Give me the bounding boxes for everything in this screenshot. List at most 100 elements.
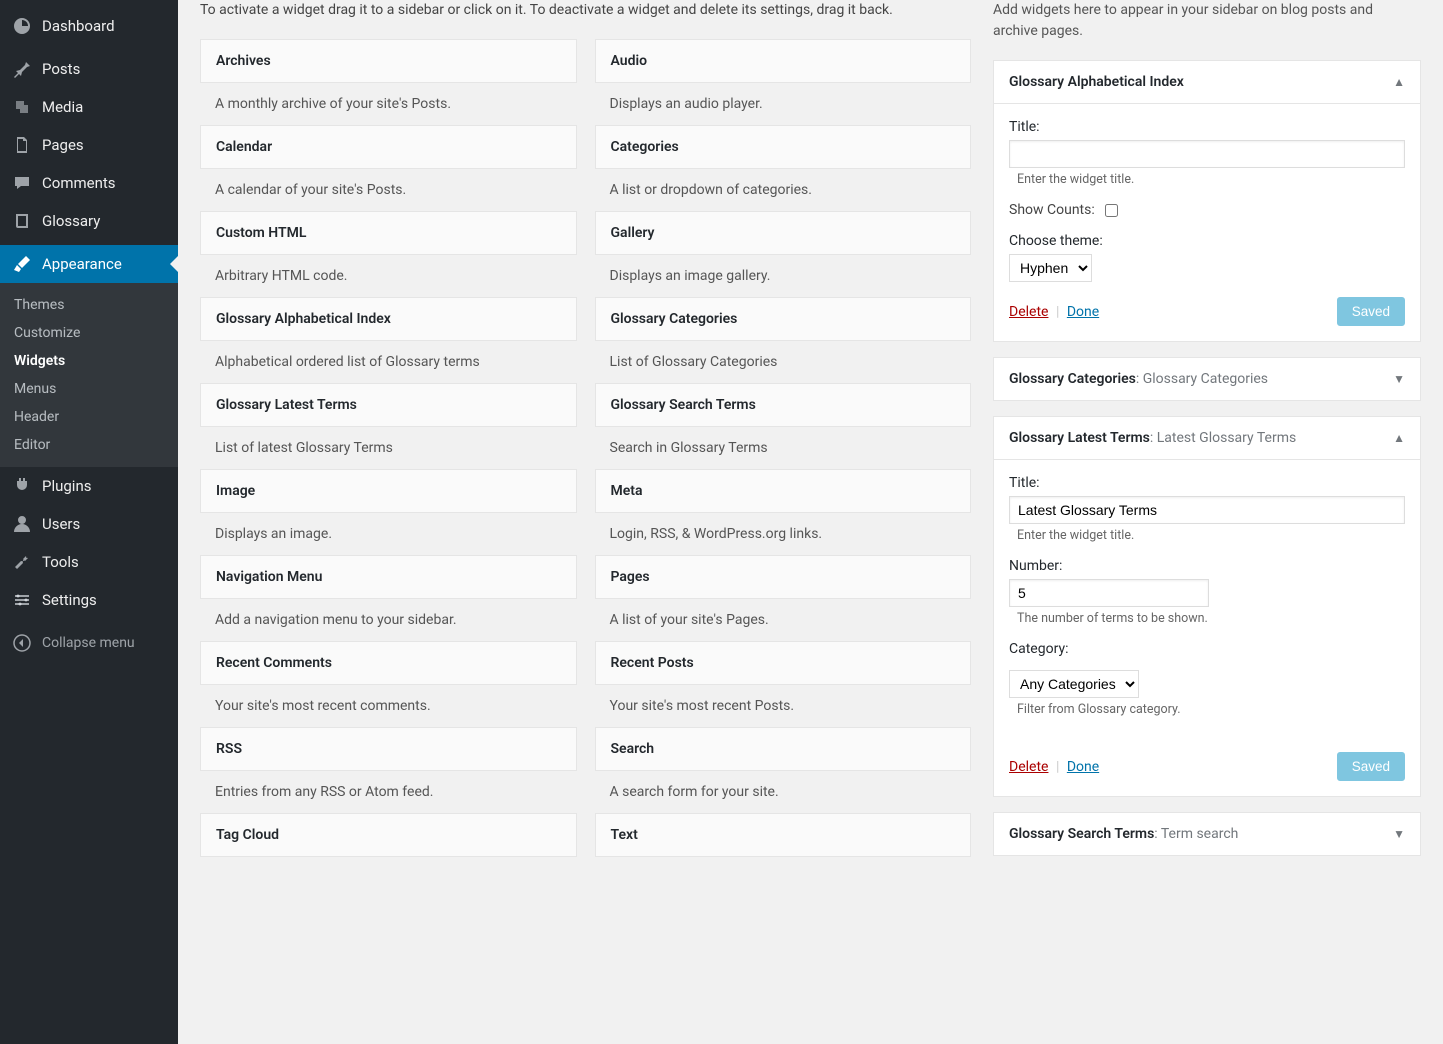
show-counts-checkbox[interactable] [1105, 204, 1118, 217]
collapse-menu[interactable]: Collapse menu [0, 624, 178, 662]
widget-handle[interactable]: Glossary Categories [595, 297, 972, 341]
widget-handle[interactable]: Categories [595, 125, 972, 169]
done-link[interactable]: Done [1067, 759, 1099, 775]
widget-description: Your site's most recent Posts. [595, 685, 972, 727]
settings-icon [12, 590, 32, 610]
appearance-submenu: Themes Customize Widgets Menus Header Ed… [0, 283, 178, 467]
panel-header[interactable]: Glossary Alphabetical Index ▲ [994, 61, 1420, 103]
widget-item: Text [595, 813, 972, 883]
panel-header[interactable]: Glossary Search Terms: Term search ▼ [994, 813, 1420, 855]
triangle-down-icon: ▼ [1393, 827, 1405, 841]
widget-item: Glossary Latest TermsList of latest Glos… [200, 383, 577, 469]
saved-button[interactable]: Saved [1337, 752, 1405, 781]
widget-handle[interactable]: Image [200, 469, 577, 513]
sidebar-item-settings[interactable]: Settings [0, 581, 178, 619]
widget-item: Navigation MenuAdd a navigation menu to … [200, 555, 577, 641]
show-counts-label: Show Counts: [1009, 202, 1095, 218]
widget-description: A search form for your site. [595, 771, 972, 813]
delete-link[interactable]: Delete [1009, 304, 1048, 320]
submenu-customize[interactable]: Customize [0, 319, 178, 347]
widget-item: PagesA list of your site's Pages. [595, 555, 972, 641]
widget-handle[interactable]: Meta [595, 469, 972, 513]
theme-select[interactable]: Hyphen [1009, 254, 1092, 282]
sidebar-item-label: Settings [42, 591, 97, 609]
sidebar-item-dashboard[interactable]: Dashboard [0, 7, 178, 45]
widget-description: Entries from any RSS or Atom feed. [200, 771, 577, 813]
widget-item: ImageDisplays an image. [200, 469, 577, 555]
triangle-up-icon: ▲ [1393, 431, 1405, 445]
submenu-header[interactable]: Header [0, 403, 178, 431]
done-link[interactable]: Done [1067, 304, 1099, 320]
submenu-editor[interactable]: Editor [0, 431, 178, 459]
widget-handle[interactable]: Gallery [595, 211, 972, 255]
widget-handle[interactable]: Navigation Menu [200, 555, 577, 599]
widget-handle[interactable]: Glossary Latest Terms [200, 383, 577, 427]
widget-description: Arbitrary HTML code. [200, 255, 577, 297]
widget-handle[interactable]: Audio [595, 39, 972, 83]
widget-item: AudioDisplays an audio player. [595, 39, 972, 125]
plugin-icon [12, 476, 32, 496]
widget-handle[interactable]: RSS [200, 727, 577, 771]
title-input[interactable] [1009, 140, 1405, 168]
sidebar-item-label: Dashboard [42, 17, 115, 35]
sidebar-item-glossary[interactable]: Glossary [0, 202, 178, 240]
widget-item: Recent PostsYour site's most recent Post… [595, 641, 972, 727]
widget-handle[interactable]: Search [595, 727, 972, 771]
widget-description [595, 857, 972, 883]
title-label: Title: [1009, 119, 1405, 135]
sidebar-item-posts[interactable]: Posts [0, 50, 178, 88]
category-hint: Filter from Glossary category. [1017, 702, 1405, 717]
widget-item: Glossary Search TermsSearch in Glossary … [595, 383, 972, 469]
widget-description: A monthly archive of your site's Posts. [200, 83, 577, 125]
sidebar-item-tools[interactable]: Tools [0, 543, 178, 581]
sidebar-item-media[interactable]: Media [0, 88, 178, 126]
widget-item: CalendarA calendar of your site's Posts. [200, 125, 577, 211]
book-icon [12, 211, 32, 231]
widget-handle[interactable]: Tag Cloud [200, 813, 577, 857]
sidebar-item-users[interactable]: Users [0, 505, 178, 543]
widget-panel-glossary-search: Glossary Search Terms: Term search ▼ [993, 812, 1421, 856]
panel-title: Glossary Categories [1009, 371, 1136, 387]
admin-sidebar: Dashboard Posts Media Pages Comments Glo… [0, 0, 178, 1044]
widget-handle[interactable]: Pages [595, 555, 972, 599]
sidebar-item-appearance[interactable]: Appearance [0, 245, 178, 283]
panel-title: Glossary Alphabetical Index [1009, 74, 1184, 90]
title-hint: Enter the widget title. [1017, 172, 1405, 187]
widget-handle[interactable]: Archives [200, 39, 577, 83]
collapse-label: Collapse menu [42, 635, 135, 651]
delete-link[interactable]: Delete [1009, 759, 1048, 775]
widget-description: Search in Glossary Terms [595, 427, 972, 469]
main-content: To activate a widget drag it to a sideba… [178, 0, 1443, 1044]
widget-description: Alphabetical ordered list of Glossary te… [200, 341, 577, 383]
widget-handle[interactable]: Glossary Alphabetical Index [200, 297, 577, 341]
title-input[interactable] [1009, 496, 1405, 524]
widget-description: List of latest Glossary Terms [200, 427, 577, 469]
number-input[interactable] [1009, 579, 1209, 607]
sidebar-item-label: Plugins [42, 477, 91, 495]
sidebar-item-label: Tools [42, 553, 79, 571]
sidebar-item-pages[interactable]: Pages [0, 126, 178, 164]
widget-panel-glossary-index: Glossary Alphabetical Index ▲ Title: Ent… [993, 60, 1421, 342]
saved-button[interactable]: Saved [1337, 297, 1405, 326]
dashboard-icon [12, 16, 32, 36]
widget-handle[interactable]: Recent Posts [595, 641, 972, 685]
widget-handle[interactable]: Glossary Search Terms [595, 383, 972, 427]
panel-body: Title: Enter the widget title. Number: T… [994, 459, 1420, 796]
widget-handle[interactable]: Recent Comments [200, 641, 577, 685]
submenu-menus[interactable]: Menus [0, 375, 178, 403]
submenu-widgets[interactable]: Widgets [0, 347, 178, 375]
category-select[interactable]: Any Categories [1009, 670, 1139, 698]
submenu-themes[interactable]: Themes [0, 291, 178, 319]
panel-header[interactable]: Glossary Categories: Glossary Categories… [994, 358, 1420, 400]
widget-handle[interactable]: Text [595, 813, 972, 857]
widget-handle[interactable]: Custom HTML [200, 211, 577, 255]
widget-description: Your site's most recent comments. [200, 685, 577, 727]
widget-handle[interactable]: Calendar [200, 125, 577, 169]
sidebar-item-comments[interactable]: Comments [0, 164, 178, 202]
number-hint: The number of terms to be shown. [1017, 611, 1405, 626]
panel-header[interactable]: Glossary Latest Terms: Latest Glossary T… [994, 417, 1420, 459]
sidebar-item-plugins[interactable]: Plugins [0, 467, 178, 505]
wrench-icon [12, 552, 32, 572]
widget-description: Displays an audio player. [595, 83, 972, 125]
widget-description: List of Glossary Categories [595, 341, 972, 383]
